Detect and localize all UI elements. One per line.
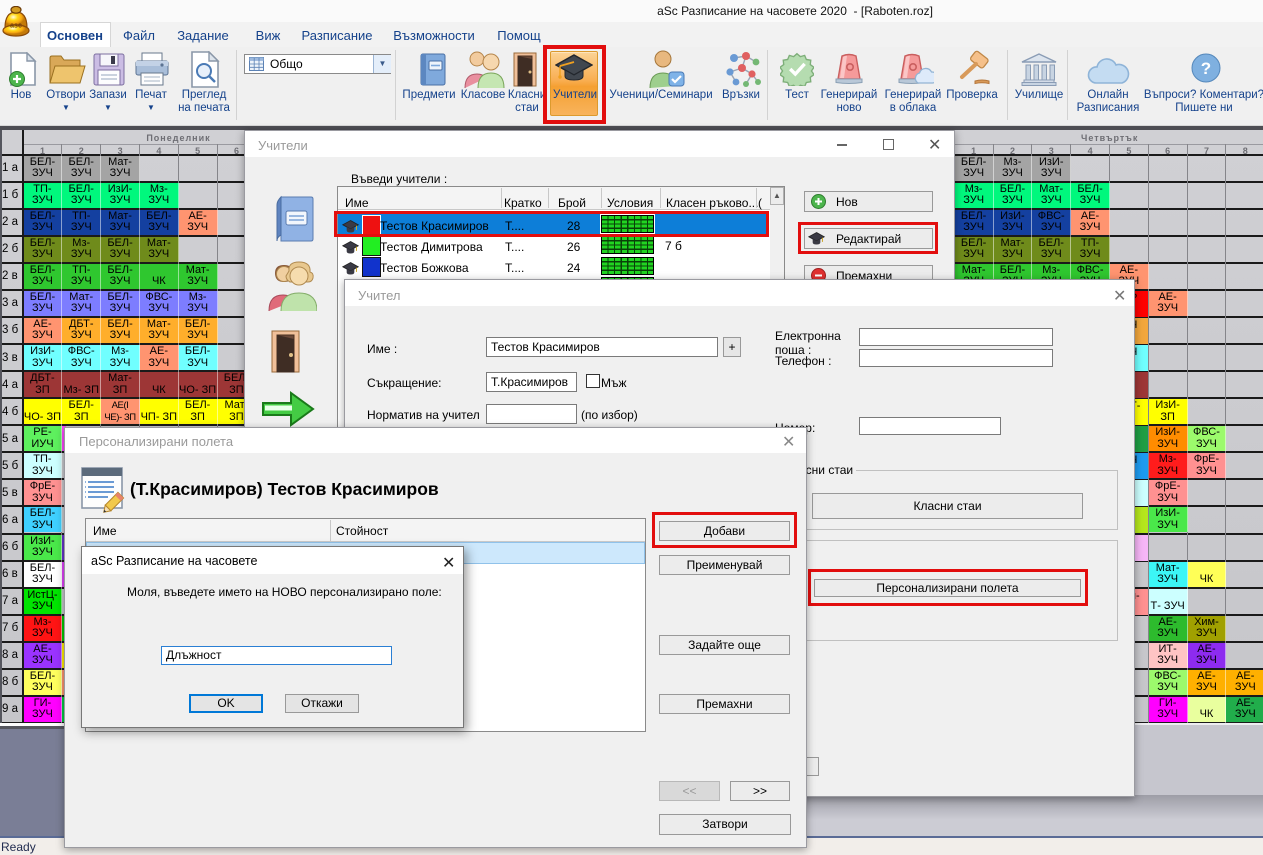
- svg-text:asc: asc: [10, 23, 22, 30]
- svg-text:?: ?: [1201, 59, 1211, 78]
